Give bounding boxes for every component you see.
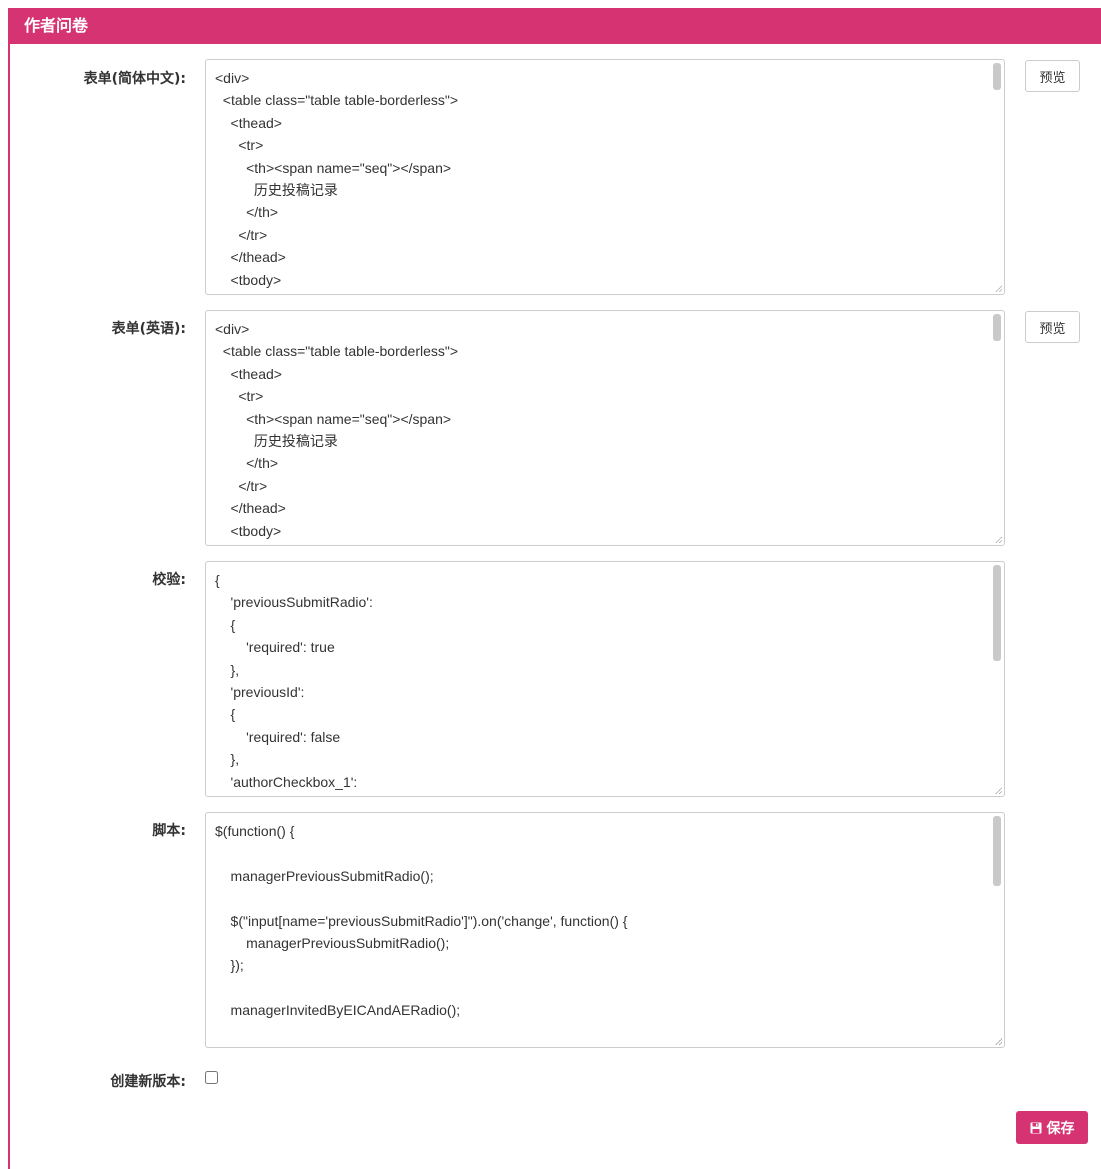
save-button-label: 保存 <box>1046 1120 1075 1137</box>
validation-scrollbar[interactable] <box>993 565 1001 661</box>
form-zh-scrollbar[interactable] <box>993 63 1001 90</box>
floppy-disk-icon <box>1030 1122 1041 1133</box>
form-zh-resize-handle[interactable] <box>995 285 1002 292</box>
form-en-textarea[interactable]: <div> <table class="table table-borderle… <box>205 310 1005 546</box>
new-version-label: 创建新版本: <box>110 1074 186 1090</box>
form-en-scrollbar[interactable] <box>993 314 1001 341</box>
script-scrollbar[interactable] <box>993 816 1001 886</box>
script-resize-handle[interactable] <box>995 1038 1002 1045</box>
form-zh-code: <div> <table class="table table-borderle… <box>215 70 459 288</box>
form-zh-textarea[interactable]: <div> <table class="table table-borderle… <box>205 59 1005 295</box>
form-en-code: <div> <table class="table table-borderle… <box>215 321 459 539</box>
form-en-resize-handle[interactable] <box>995 536 1002 543</box>
script-label: 脚本: <box>152 823 186 839</box>
script-textarea[interactable]: $(function() { managerPreviousSubmitRadi… <box>205 812 1005 1048</box>
validation-resize-handle[interactable] <box>995 787 1002 794</box>
form-en-label: 表单(英语): <box>111 321 186 337</box>
validation-label: 校验: <box>152 572 186 588</box>
form-en-preview-button[interactable]: 预览 <box>1025 311 1080 343</box>
new-version-checkbox[interactable] <box>205 1071 218 1084</box>
form-zh-preview-button[interactable]: 预览 <box>1025 60 1080 92</box>
validation-code: { 'previousSubmitRadio': { 'required': t… <box>215 572 373 790</box>
form-zh-label: 表单(简体中文): <box>83 71 186 87</box>
save-button[interactable]: 保存 <box>1016 1111 1088 1144</box>
panel-title: 作者问卷 <box>10 8 1101 44</box>
validation-textarea[interactable]: { 'previousSubmitRadio': { 'required': t… <box>205 561 1005 797</box>
script-code: $(function() { managerPreviousSubmitRadi… <box>215 823 628 1019</box>
